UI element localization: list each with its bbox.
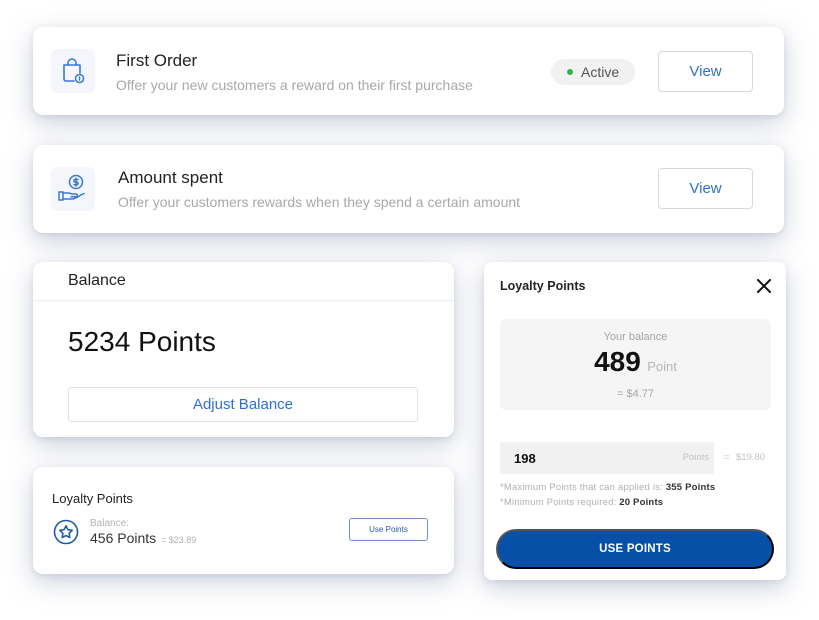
status-dot-icon: [567, 69, 573, 75]
balance-value: 489: [594, 346, 641, 377]
min-note-label: *Minimum Points required:: [500, 497, 620, 508]
balance-card: Balance 5234 Points Adjust Balance: [33, 262, 454, 437]
balance-summary: Your balance 489 Point = $4.77: [500, 319, 771, 410]
status-badge: Active: [551, 59, 636, 85]
rule-title: First Order: [116, 51, 198, 70]
rule-title: Amount spent: [118, 168, 223, 187]
view-button[interactable]: View: [658, 51, 753, 92]
hand-coin-icon: [51, 167, 95, 211]
balance-value: 5234 Points: [68, 326, 216, 357]
balance-row: 489 Point: [500, 346, 771, 378]
rule-card-amount-spent: Amount spent Offer your customers reward…: [33, 145, 784, 233]
rule-description: Offer your new customers a reward on the…: [116, 77, 473, 93]
view-button[interactable]: View: [658, 168, 753, 209]
balance-label: Your balance: [603, 331, 668, 343]
points-input-money: $19.80: [736, 452, 766, 463]
points-money-value: = $23.89: [161, 535, 197, 545]
close-icon[interactable]: [756, 278, 772, 294]
balance-money: = $4.77: [616, 388, 654, 400]
shopping-bag-icon: [51, 49, 95, 93]
points-input[interactable]: 198 Points: [500, 442, 714, 474]
balance-unit: Point: [647, 359, 677, 374]
max-points-note: *Maximum Points that can applied is: 355…: [500, 482, 715, 493]
modal-title: Loyalty Points: [500, 279, 586, 293]
balance-header: Balance: [33, 262, 454, 301]
adjust-balance-button[interactable]: Adjust Balance: [68, 387, 418, 422]
rule-description: Offer your customers rewards when they s…: [118, 194, 521, 210]
points-input-value[interactable]: 198: [514, 451, 536, 466]
points-input-unit: Points: [682, 452, 709, 463]
use-points-primary-button[interactable]: USE POINTS: [496, 529, 774, 569]
points-value: 456 Points: [90, 530, 157, 546]
balance-label: Balance:: [90, 518, 129, 529]
max-note-label: *Maximum Points that can applied is:: [500, 482, 666, 493]
loyalty-title: Loyalty Points: [52, 491, 133, 506]
min-points-note: *Minimum Points required: 20 Points: [500, 497, 663, 508]
max-note-value: 355 Points: [665, 482, 716, 493]
use-points-button[interactable]: Use Points: [349, 518, 428, 541]
status-label: Active: [581, 64, 620, 80]
loyalty-points-modal: Loyalty Points Your balance 489 Point = …: [484, 262, 786, 580]
rule-card-first-order: First Order Offer your new customers a r…: [33, 27, 784, 115]
loyalty-points-card: Loyalty Points Balance: 456 Points = $23…: [33, 467, 454, 574]
star-icon: [53, 519, 79, 545]
equals-sign: =: [724, 452, 730, 463]
min-note-value: 20 Points: [619, 497, 664, 508]
